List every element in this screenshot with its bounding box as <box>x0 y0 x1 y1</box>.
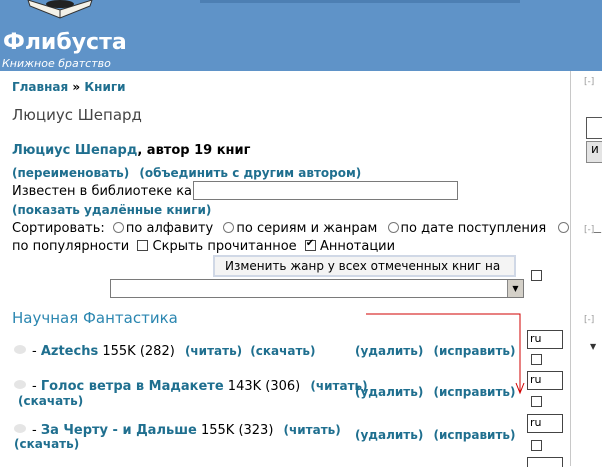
book-select-checkbox[interactable] <box>531 396 542 407</box>
book-download-row: (скачать) <box>18 394 83 409</box>
book-download-link[interactable]: (скачать) <box>250 344 315 358</box>
book-edit-link[interactable]: (исправить) <box>433 385 515 399</box>
book-lang-input[interactable]: ru <box>527 371 563 390</box>
book-admin-actions: (удалить) (исправить) <box>355 428 515 443</box>
book-edit-link[interactable]: (исправить) <box>433 344 515 358</box>
book-prefix: - <box>32 423 37 438</box>
site-header: Флибуста Книжное братство <box>0 0 602 71</box>
header-shadow <box>200 0 520 3</box>
book-download-link[interactable]: (скачать) <box>18 394 83 408</box>
book-lang-input[interactable]: ru <box>527 330 563 349</box>
sidebar-collapse-toggle[interactable]: [-] <box>584 225 594 235</box>
book-logo-icon[interactable] <box>24 0 96 22</box>
sidebar-search-input[interactable] <box>586 117 602 139</box>
book-pages: (282) <box>139 344 175 359</box>
book-prefix: - <box>32 379 37 394</box>
book-row: - Aztechs 155K (282) (читать) (скачать) <box>14 344 316 359</box>
book-delete-link[interactable]: (удалить) <box>355 428 423 442</box>
book-select-checkbox[interactable] <box>531 440 542 451</box>
sidebar-collapse-toggle[interactable]: [-] <box>584 315 594 325</box>
sidebar-collapse-toggle[interactable]: [-] <box>584 77 594 87</box>
book-edit-link[interactable]: (исправить) <box>433 428 515 442</box>
book-row: - Голос ветра в Мадакете 143K (306) (чит… <box>14 379 368 394</box>
book-download-row: (скачать) <box>14 437 79 452</box>
book-admin-actions: (удалить) (исправить) <box>355 344 515 359</box>
book-title-link[interactable]: Aztechs <box>41 344 98 359</box>
book-read-link[interactable]: (читать) <box>284 423 341 437</box>
book-delete-link[interactable]: (удалить) <box>355 385 423 399</box>
main-content: Главная » Книги Люциус Шепард Люциус Шеп… <box>0 71 571 467</box>
red-annotation-line <box>366 313 525 395</box>
book-row: - За Черту - и Дальше 155K (323) (читать… <box>14 423 341 438</box>
book-title-link[interactable]: За Черту - и Дальше <box>41 423 197 438</box>
sidebar-search-button[interactable]: и <box>586 141 602 163</box>
right-sidebar: [-] и [-] ‾ [-] ▼ <box>572 71 602 466</box>
book-bullet-icon <box>14 424 26 433</box>
book-pages: (323) <box>238 423 274 438</box>
book-read-link[interactable]: (читать) <box>185 344 242 358</box>
book-lang-input[interactable]: ru <box>527 414 563 433</box>
book-bullet-icon <box>14 345 26 354</box>
chevron-down-icon[interactable]: ▼ <box>590 342 596 351</box>
book-bullet-icon <box>14 380 26 389</box>
sidebar-block-edge: ‾ <box>594 231 601 247</box>
book-prefix: - <box>32 344 37 359</box>
book-admin-actions: (удалить) (исправить) <box>355 385 515 400</box>
site-title[interactable]: Флибуста <box>3 30 127 55</box>
book-size: 155K <box>102 344 136 359</box>
site-subtitle: Книжное братство <box>2 57 111 70</box>
book-pages: (306) <box>265 379 301 394</box>
book-title-link[interactable]: Голос ветра в Мадакете <box>41 379 224 394</box>
book-delete-link[interactable]: (удалить) <box>355 344 423 358</box>
book-size: 155K <box>200 423 235 438</box>
book-download-link[interactable]: (скачать) <box>14 437 79 451</box>
book-select-checkbox[interactable] <box>531 354 542 365</box>
book-size: 143K <box>227 379 262 394</box>
